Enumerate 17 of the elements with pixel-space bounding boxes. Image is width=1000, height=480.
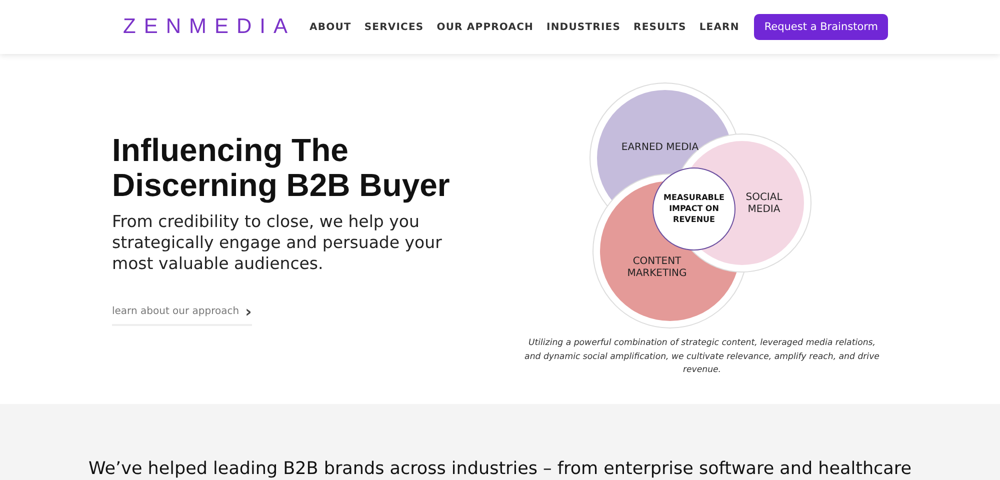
logo[interactable]: ZENMEDIA xyxy=(123,15,296,39)
center-label: MEASURABLE IMPACT ON REVENUE xyxy=(664,193,724,224)
nav-link[interactable]: SERVICES xyxy=(364,22,424,32)
nav-link[interactable]: INDUSTRIES xyxy=(546,22,621,32)
hero-subtitle: From credibility to close, we help you strategically engage and persuade your most valuable audiences. xyxy=(112,211,443,274)
circle-label: SOCIAL MEDIA xyxy=(746,192,782,215)
circle-label: CONTENT MARKETING xyxy=(627,256,687,279)
nav-link[interactable]: OUR APPROACH xyxy=(436,22,534,32)
circle-label: EARNED MEDIA xyxy=(621,142,699,153)
nav-link[interactable]: ABOUT xyxy=(310,22,352,32)
nav-link[interactable]: RESULTS xyxy=(634,22,686,32)
diagram-caption: Utilizing a powerful combination of strategic content, leveraged media relations, and dynamic social amplification, we cultivate relevance, amplify reach, and drive revenue. xyxy=(524,337,880,377)
approach-link[interactable]: learn about our approach › xyxy=(112,302,252,326)
section-text: We’ve helped leading B2B brands across industries – from enterprise software and healthcare xyxy=(88,459,912,479)
nav-link[interactable]: LEARN xyxy=(699,22,740,32)
brainstorm-button[interactable]: Request a Brainstorm xyxy=(754,14,888,40)
hero-title: Influencing The Discerning B2B Buyer xyxy=(112,133,451,203)
